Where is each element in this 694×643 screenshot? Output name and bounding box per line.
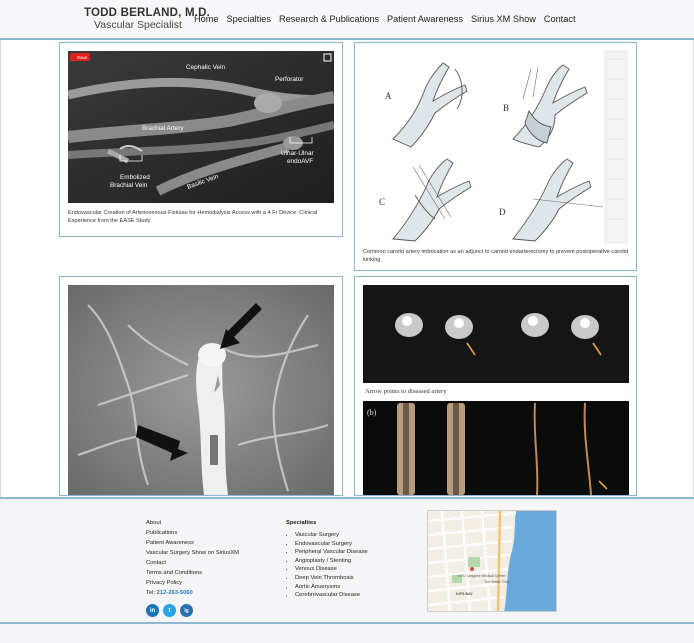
research-card-ct[interactable]: Arrow points to diseased artery (b) [354,276,637,496]
specialty-endovascular[interactable]: Endovascular Surgery [295,540,368,549]
footer-telephone: Tel: 212-263-5060 [146,588,239,598]
label-ulnar-ulnar: Ulnar-Ulnar [281,150,315,157]
brand-name: TODD BERLAND, M.D. [84,7,211,19]
carotid-illustration-image: A B C D [363,49,629,245]
specialty-cerebrovascular[interactable]: Cerebrovascular Disease [295,591,368,600]
map-label-kips-bay: KIPS BAY [456,592,473,596]
label-brachial-artery: Brachial Artery [142,125,184,132]
label-embolized: Embolized [120,174,150,181]
specialty-dvt[interactable]: Deep Vein Thrombosis [295,574,368,583]
panel-label-a: A [385,91,392,101]
specialties-list: Vascular Surgery Endovascular Surgery Pe… [286,531,368,600]
footer-link-publications[interactable]: Publications [146,528,239,538]
panel-label-d: D [499,207,506,217]
pinterest-save-label[interactable]: Save [77,55,88,60]
site-header: TODD BERLAND, M.D. Vascular Specialist H… [0,0,694,40]
fistula-caption: Endovascular Creation of Arteriovenous F… [68,210,318,224]
brand-logo[interactable]: TODD BERLAND, M.D. Vascular Specialist [84,7,210,32]
tel-number-link[interactable]: 212-263-5060 [157,590,193,596]
footer-link-about[interactable]: About [146,518,239,528]
footer-specialties: Specialties Vascular Surgery Endovascula… [286,518,368,600]
specialty-venous[interactable]: Venous Disease [295,565,368,574]
ct-panel-b-label: (b) [367,408,377,417]
footer-link-privacy[interactable]: Privacy Policy [146,578,239,588]
specialties-title: Specialties [286,520,317,526]
research-card-angiogram[interactable] [59,276,343,496]
footer-bottom-rule [0,622,694,624]
specialty-angioplasty[interactable]: Angioplasty / Stenting [295,557,368,566]
twitter-icon[interactable]: t [163,604,176,617]
carotid-caption: Common carotid artery imbrication as an … [363,249,629,263]
fistula-angiogram-image: Save Cephalic Vein Perforator Brachial A… [68,51,334,203]
ct-top-caption: Arrow points to diseased artery [365,388,447,395]
footer-link-siriusxm[interactable]: Vascular Surgery Show on SiriusXM [146,548,239,558]
tel-label: Tel: [146,590,156,596]
research-card-carotid[interactable]: A B C D Common carotid artery imbricatio… [354,42,637,271]
linkedin-icon[interactable]: in [146,604,159,617]
research-card-fistula[interactable]: Save Cephalic Vein Perforator Brachial A… [59,42,343,237]
panel-label-c: C [379,197,385,207]
label-endoavf: endoAVF [287,158,313,165]
social-links: in t ig [146,604,193,617]
main-nav: Home Specialties Research & Publications… [194,14,584,24]
footer-link-contact[interactable]: Contact [146,558,239,568]
footer-link-terms[interactable]: Terms and Conditions [146,568,239,578]
brand-subtitle: Vascular Specialist [94,19,182,31]
nav-patient-awareness[interactable]: Patient Awareness [387,14,463,24]
instagram-icon[interactable]: ig [180,604,193,617]
nav-research[interactable]: Research & Publications [279,14,379,24]
label-cephalic-vein: Cephalic Vein [186,64,226,71]
label-brachial-vein: Brachial Vein [110,182,148,189]
specialty-peripheral[interactable]: Peripheral Vascular Disease [295,548,368,557]
nav-specialties[interactable]: Specialties [227,14,271,24]
map-label-water-club: The Water Club [484,580,509,584]
nav-siriusxm[interactable]: Sirius XM Show [471,14,536,24]
footer-link-patient-awareness[interactable]: Patient Awareness [146,538,239,548]
label-perforator: Perforator [275,76,304,83]
footer-links: About Publications Patient Awareness Vas… [146,518,239,598]
map-label-medical-center: NYU Langone Medical Center [458,574,507,578]
angiogram-arrows-image [68,285,334,495]
specialty-vascular-surgery[interactable]: Vascular Surgery [295,531,368,540]
panel-label-b: B [503,103,509,113]
ct-scan-image: Arrow points to diseased artery (b) [363,285,629,495]
nav-home[interactable]: Home [194,14,219,24]
location-map[interactable]: NYU Langone Medical Center KIPS BAY The … [427,510,557,612]
specialty-aortic[interactable]: Aortic Anuerysms [295,583,368,592]
nav-contact[interactable]: Contact [544,14,576,24]
